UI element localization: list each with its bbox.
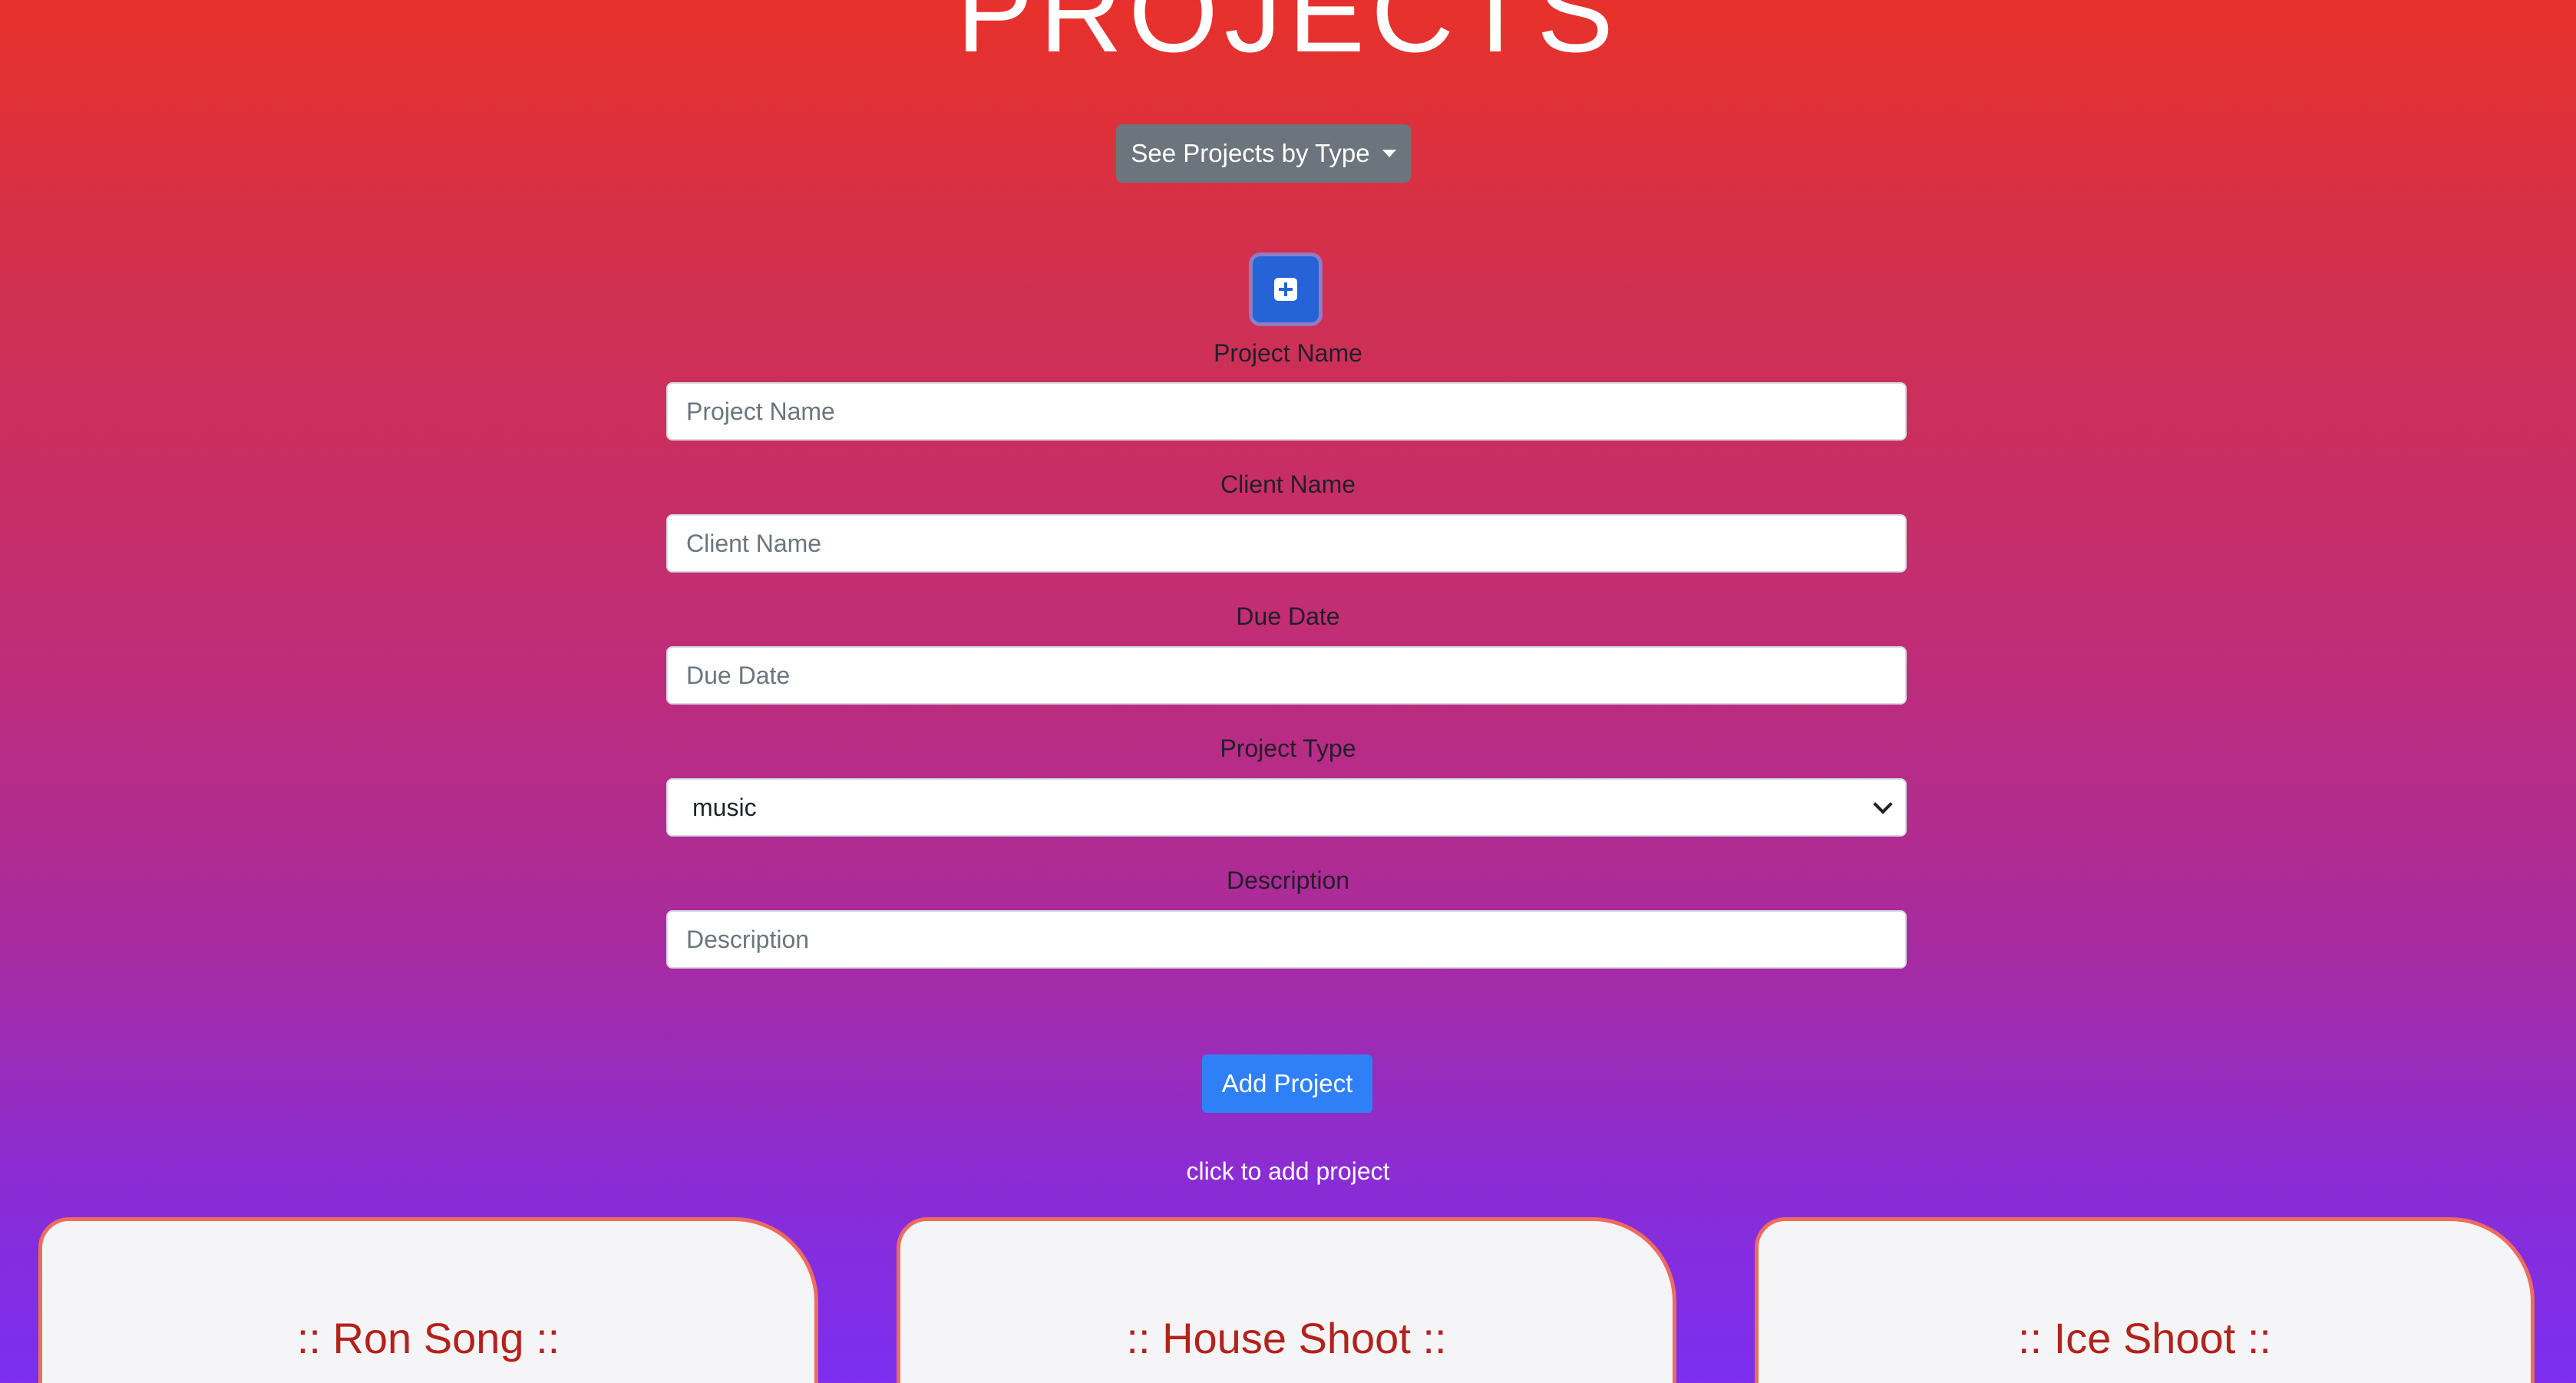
project-card[interactable]: :: House Shoot :: — [897, 1217, 1676, 1383]
caret-down-icon — [1382, 150, 1396, 157]
page-title: PROJECTS — [956, 0, 1620, 76]
client-name-input[interactable] — [666, 514, 1907, 573]
project-card[interactable]: :: Ice Shoot :: — [1755, 1217, 2535, 1383]
project-name-label: Project Name — [1214, 339, 1362, 367]
chevron-down-icon — [1873, 794, 1893, 814]
add-project-hint: click to add project — [1186, 1157, 1390, 1185]
project-type-filter-dropdown[interactable]: See Projects by Type — [1116, 124, 1411, 183]
description-label: Description — [1226, 866, 1350, 894]
project-type-select[interactable]: music — [666, 778, 1907, 837]
project-name-input[interactable] — [666, 382, 1907, 441]
due-date-input[interactable] — [666, 646, 1907, 705]
project-card-title: :: House Shoot :: — [1126, 1314, 1447, 1362]
project-type-label: Project Type — [1220, 734, 1356, 762]
description-input[interactable] — [666, 910, 1907, 969]
dropdown-label: See Projects by Type — [1131, 139, 1370, 167]
plus-square-icon — [1274, 278, 1297, 301]
project-card-title: :: Ice Shoot :: — [2018, 1314, 2271, 1362]
project-card[interactable]: :: Ron Song :: — [38, 1217, 818, 1383]
project-card-title: :: Ron Song :: — [296, 1314, 560, 1362]
add-project-button[interactable]: Add Project — [1202, 1055, 1372, 1113]
client-name-label: Client Name — [1220, 470, 1356, 498]
project-type-selected-value: music — [692, 793, 757, 821]
due-date-label: Due Date — [1236, 602, 1340, 630]
toggle-form-button[interactable] — [1253, 256, 1319, 322]
